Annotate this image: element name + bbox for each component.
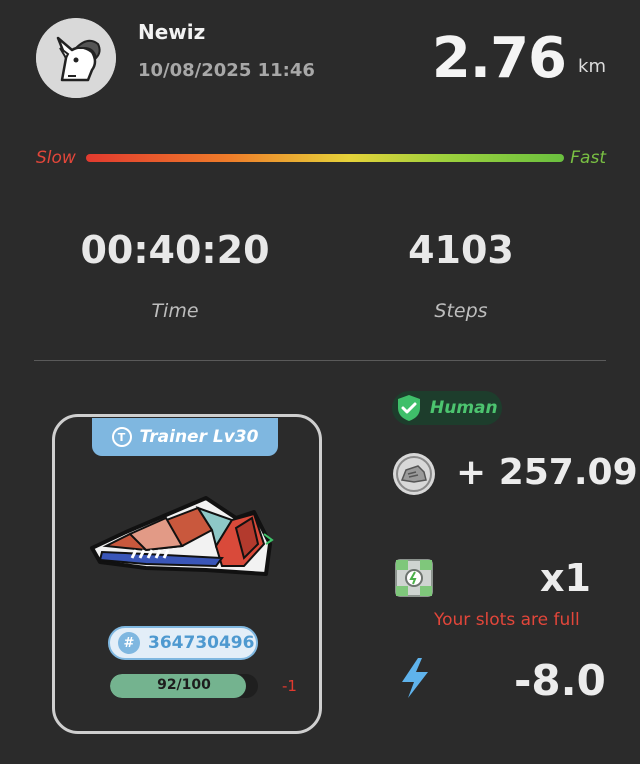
earned-amount: + 257.09 <box>456 452 638 493</box>
shield-check-icon <box>398 395 420 421</box>
mystery-box-count: x1 <box>540 556 591 600</box>
unicorn-avatar-icon <box>36 18 116 98</box>
sneaker-id-pill[interactable]: # 364730496 <box>108 626 258 660</box>
mystery-box-icon <box>392 556 436 600</box>
human-badge: Human <box>392 391 502 425</box>
energy-value: -8.0 <box>514 656 606 705</box>
divider <box>34 360 606 361</box>
sneaker-type-label: Trainer Lv30 <box>139 427 259 447</box>
lightning-bolt-icon <box>398 656 432 700</box>
speed-slow-label: Slow <box>36 148 76 168</box>
username: Newiz <box>138 20 206 44</box>
human-badge-label: Human <box>430 398 498 418</box>
time-label: Time <box>151 300 199 322</box>
sneaker-type-tag: T Trainer Lv30 <box>92 418 278 456</box>
durability-text: 92/100 <box>157 677 211 693</box>
trainer-icon: T <box>111 427 132 447</box>
sneaker-coin-icon <box>392 452 436 496</box>
sneaker-id: 364730496 <box>148 633 255 653</box>
durability-delta: -1 <box>282 677 297 695</box>
time-value: 00:40:20 <box>80 228 270 272</box>
avatar[interactable] <box>36 18 116 98</box>
steps-label: Steps <box>434 300 488 322</box>
hash-icon: # <box>118 632 140 654</box>
speed-fast-label: Fast <box>570 148 606 168</box>
distance-value: 2.76 <box>431 26 567 91</box>
speed-gradient-bar <box>86 154 564 162</box>
slots-full-warning: Your slots are full <box>434 610 580 630</box>
sneaker-image <box>86 488 282 584</box>
run-datetime: 10/08/2025 11:46 <box>138 60 315 81</box>
steps-value: 4103 <box>408 228 514 272</box>
distance-unit: km <box>578 56 606 77</box>
